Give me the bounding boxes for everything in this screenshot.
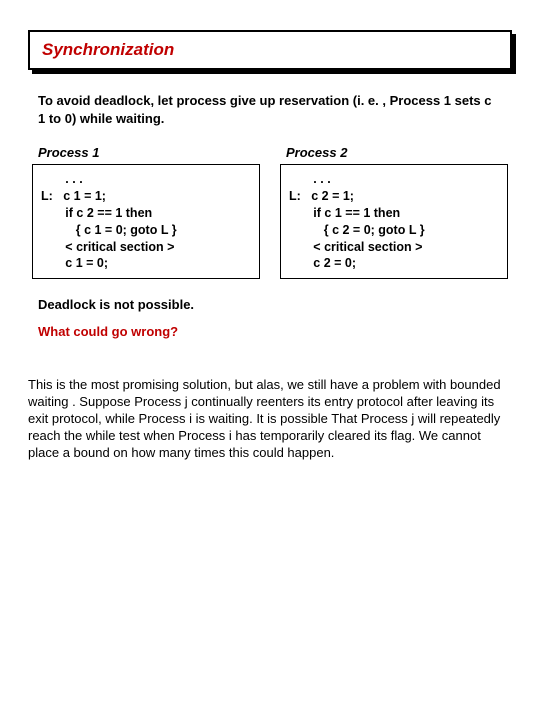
question-text: What could go wrong? bbox=[38, 324, 502, 339]
process-1-code: . . . L: c 1 = 1; if c 2 == 1 then { c 1… bbox=[32, 164, 260, 279]
process-1-title: Process 1 bbox=[32, 145, 260, 160]
slide-notes: This is the most promising solution, but… bbox=[0, 349, 540, 501]
slide-title: Synchronization bbox=[42, 40, 174, 59]
deadlock-statement: Deadlock is not possible. bbox=[38, 297, 502, 312]
process-1-col: Process 1 . . . L: c 1 = 1; if c 2 == 1 … bbox=[32, 145, 260, 279]
process-2-code: . . . L: c 2 = 1; if c 1 == 1 then { c 2… bbox=[280, 164, 508, 279]
process-row: Process 1 . . . L: c 1 = 1; if c 2 == 1 … bbox=[32, 145, 508, 279]
process-2-col: Process 2 . . . L: c 2 = 1; if c 1 == 1 … bbox=[280, 145, 508, 279]
process-2-title: Process 2 bbox=[280, 145, 508, 160]
slide-area: Synchronization To avoid deadlock, let p… bbox=[0, 0, 540, 349]
title-box: Synchronization bbox=[28, 30, 512, 70]
intro-text: To avoid deadlock, let process give up r… bbox=[38, 92, 502, 127]
